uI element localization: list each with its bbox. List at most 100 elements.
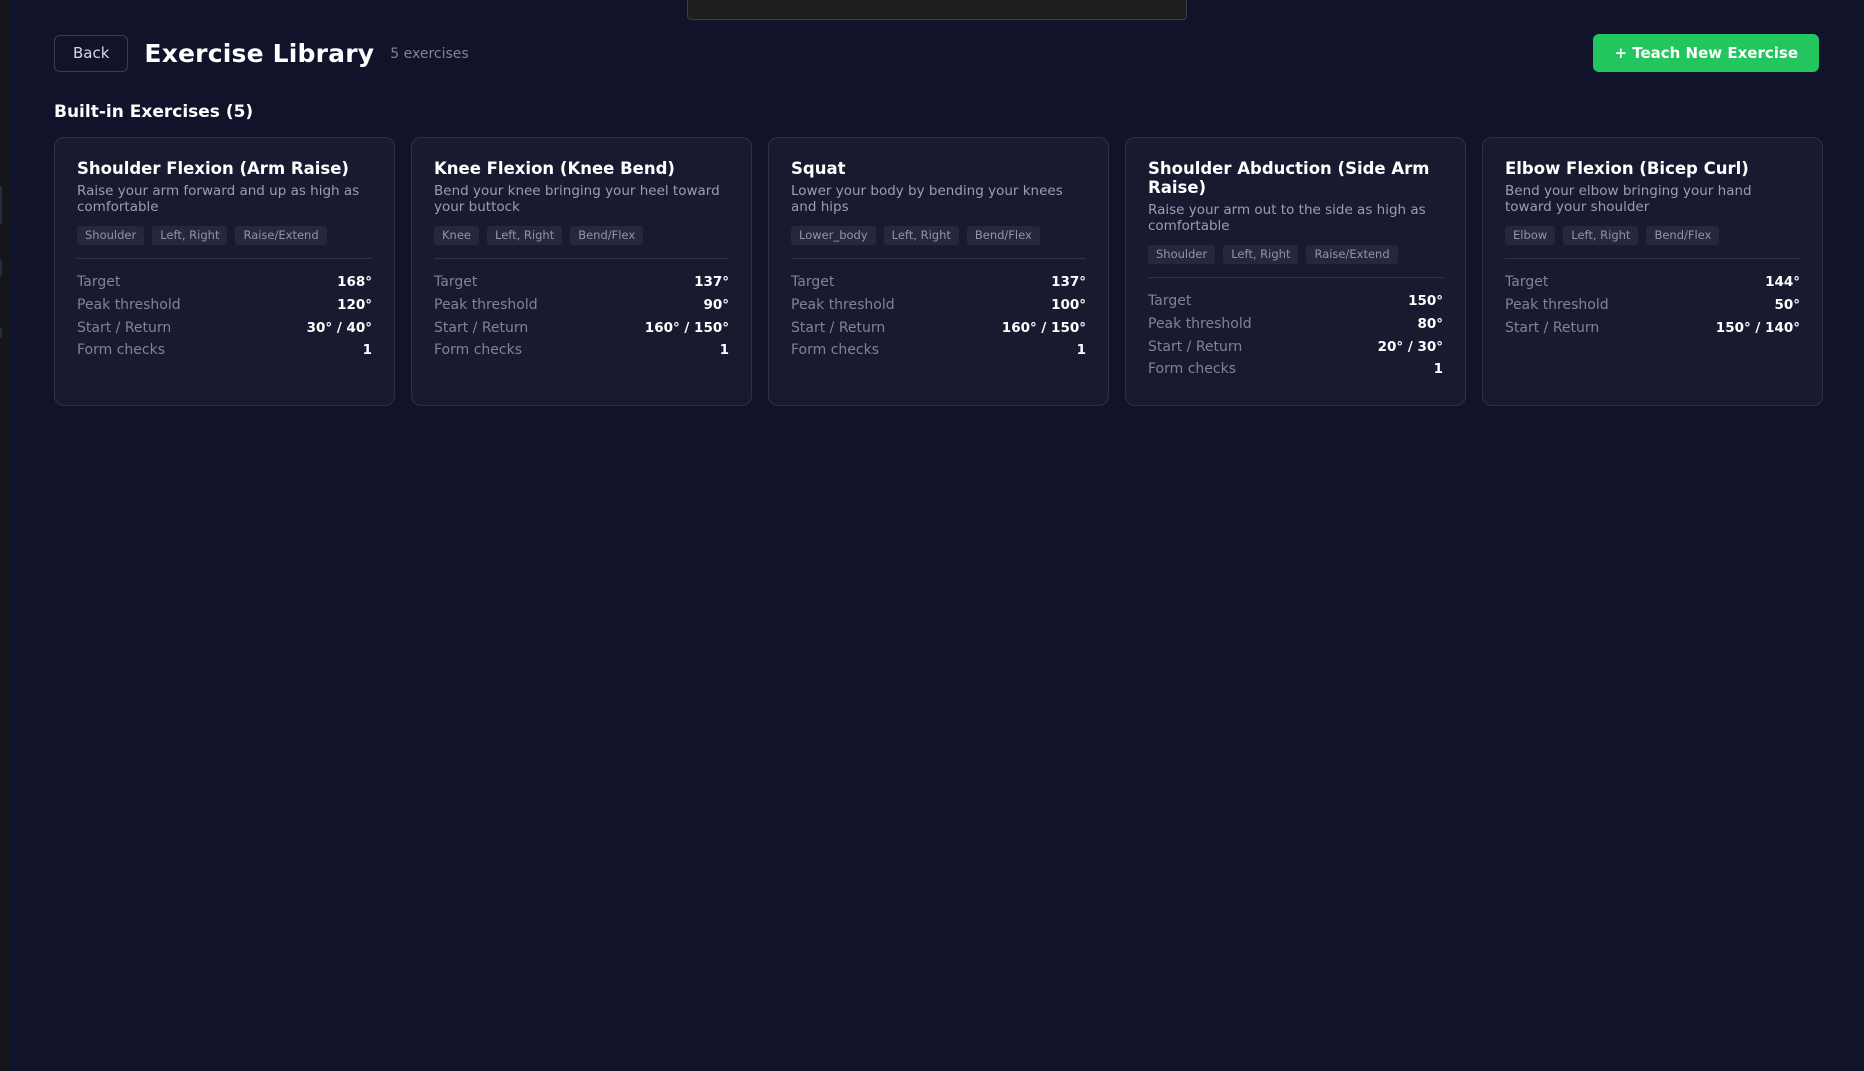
exercise-title: Shoulder Flexion (Arm Raise) [77, 159, 349, 178]
tag-movement: Bend/Flex [966, 226, 1040, 245]
card-divider [434, 258, 729, 259]
stat-value-peak: 100° [1051, 296, 1086, 313]
left-rail [0, 0, 9, 1071]
tag-body-part: Elbow [1505, 226, 1556, 245]
exercise-stats: Target 150° Peak threshold 80° Start / R… [1148, 290, 1443, 381]
stat-label: Form checks [791, 342, 879, 359]
tag-movement: Raise/Extend [235, 226, 327, 245]
stat-label: Target [434, 274, 478, 291]
stat-label: Peak threshold [791, 296, 895, 313]
stat-row-target: Target 150° [1148, 290, 1443, 313]
exercise-stats: Target 144° Peak threshold 50° Start / R… [1505, 271, 1800, 339]
rail-indicator [0, 186, 2, 224]
tag-body-part: Lower_body [791, 226, 876, 245]
stat-row-peak: Peak threshold 100° [791, 294, 1086, 317]
stat-value-target: 137° [694, 274, 729, 291]
teach-new-exercise-button[interactable]: + Teach New Exercise [1593, 34, 1819, 72]
stat-row-form-checks: Form checks 1 [791, 339, 1086, 362]
tag-side: Left, Right [486, 226, 563, 245]
stat-row-peak: Peak threshold 80° [1148, 313, 1443, 336]
card-divider [77, 258, 372, 259]
stat-value-target: 168° [337, 274, 372, 291]
tag-side: Left, Right [152, 226, 228, 245]
card-divider [1148, 277, 1443, 278]
stat-value-peak: 50° [1774, 296, 1800, 313]
back-button[interactable]: Back [54, 34, 129, 72]
exercise-title: Elbow Flexion (Bicep Curl) [1505, 159, 1749, 178]
tag-body-part: Shoulder [77, 226, 145, 245]
stat-row-start-return: Start / Return 150° / 140° [1505, 316, 1800, 339]
stat-label: Start / Return [1148, 338, 1243, 355]
tag-movement: Bend/Flex [1646, 226, 1720, 245]
stat-row-peak: Peak threshold 50° [1505, 294, 1800, 317]
stat-row-start-return: Start / Return 160° / 150° [791, 316, 1086, 339]
exercise-description: Lower your body by bending your knees an… [791, 183, 1063, 215]
stat-row-peak: Peak threshold 90° [434, 294, 729, 317]
exercise-stats: Target 137° Peak threshold 90° Start / R… [434, 271, 729, 362]
exercise-card[interactable]: Shoulder Flexion (Arm Raise) Raise your … [54, 137, 395, 406]
stat-value-target: 150° [1408, 293, 1443, 310]
exercise-description: Bend your knee bringing your heel toward… [434, 183, 720, 215]
exercise-count: 5 exercises [390, 46, 469, 62]
stat-label: Start / Return [1505, 319, 1600, 336]
stat-value-peak: 90° [703, 296, 729, 313]
exercise-title: Squat [791, 159, 846, 178]
exercise-tags: Lower_body Left, Right Bend/Flex [791, 226, 1086, 245]
exercise-tags: Shoulder Left, Right Raise/Extend [1148, 245, 1443, 264]
exercise-card[interactable]: Elbow Flexion (Bicep Curl) Bend your elb… [1482, 137, 1823, 406]
tag-movement: Bend/Flex [570, 226, 644, 245]
stat-row-form-checks: Form checks 1 [434, 339, 729, 362]
stat-value-target: 137° [1051, 274, 1086, 291]
tag-side: Left, Right [1223, 245, 1299, 264]
stat-label: Target [791, 274, 835, 291]
tag-movement: Raise/Extend [1306, 245, 1398, 264]
exercise-title: Shoulder Abduction (Side Arm Raise) [1148, 159, 1430, 197]
tag-side: Left, Right [883, 226, 959, 245]
stat-row-target: Target 144° [1505, 271, 1800, 294]
exercise-description: Bend your elbow bringing your hand towar… [1505, 183, 1752, 215]
tag-body-part: Shoulder [1148, 245, 1216, 264]
stat-value-peak: 80° [1417, 315, 1443, 332]
stat-label: Start / Return [434, 319, 529, 336]
stat-row-target: Target 137° [791, 271, 1086, 294]
exercise-description: Raise your arm forward and up as high as… [77, 183, 360, 215]
stat-label: Peak threshold [1148, 315, 1252, 332]
stat-row-form-checks: Form checks 1 [1148, 358, 1443, 381]
rail-indicator [0, 260, 2, 276]
stat-row-start-return: Start / Return 20° / 30° [1148, 335, 1443, 358]
stat-value-form-checks: 1 [1076, 342, 1086, 359]
page-title: Exercise Library [144, 38, 375, 68]
exercise-tags: Knee Left, Right Bend/Flex [434, 226, 729, 245]
stat-label: Form checks [77, 342, 165, 359]
stat-label: Peak threshold [1505, 296, 1609, 313]
exercise-card[interactable]: Knee Flexion (Knee Bend) Bend your knee … [411, 137, 752, 406]
stat-value-start-return: 20° / 30° [1377, 338, 1443, 355]
stat-label: Start / Return [77, 319, 172, 336]
exercise-title: Knee Flexion (Knee Bend) [434, 159, 675, 178]
stat-label: Peak threshold [77, 296, 181, 313]
tag-side: Left, Right [1563, 226, 1639, 245]
stat-row-target: Target 137° [434, 271, 729, 294]
stat-label: Target [77, 274, 121, 291]
stat-label: Target [1505, 274, 1549, 291]
stat-row-target: Target 168° [77, 271, 372, 294]
stat-value-start-return: 160° / 150° [644, 319, 729, 336]
stat-row-form-checks: Form checks 1 [77, 339, 372, 362]
exercise-stats: Target 168° Peak threshold 120° Start / … [77, 271, 372, 362]
exercise-tags: Shoulder Left, Right Raise/Extend [77, 226, 372, 245]
stat-row-peak: Peak threshold 120° [77, 294, 372, 317]
stat-value-start-return: 160° / 150° [1001, 319, 1086, 336]
stat-label: Target [1148, 293, 1192, 310]
card-divider [791, 258, 1086, 259]
stat-value-start-return: 30° / 40° [306, 319, 372, 336]
stat-row-start-return: Start / Return 160° / 150° [434, 316, 729, 339]
exercise-card[interactable]: Shoulder Abduction (Side Arm Raise) Rais… [1125, 137, 1466, 406]
stat-value-peak: 120° [337, 296, 372, 313]
stat-value-start-return: 150° / 140° [1715, 319, 1800, 336]
stat-value-form-checks: 1 [719, 342, 729, 359]
page-header: Back Exercise Library 5 exercises + Teac… [54, 34, 1819, 72]
exercise-card[interactable]: Squat Lower your body by bending your kn… [768, 137, 1109, 406]
stat-value-target: 144° [1765, 274, 1800, 291]
exercise-description: Raise your arm out to the side as high a… [1148, 202, 1426, 234]
section-heading-built-in: Built-in Exercises (5) [54, 102, 254, 122]
